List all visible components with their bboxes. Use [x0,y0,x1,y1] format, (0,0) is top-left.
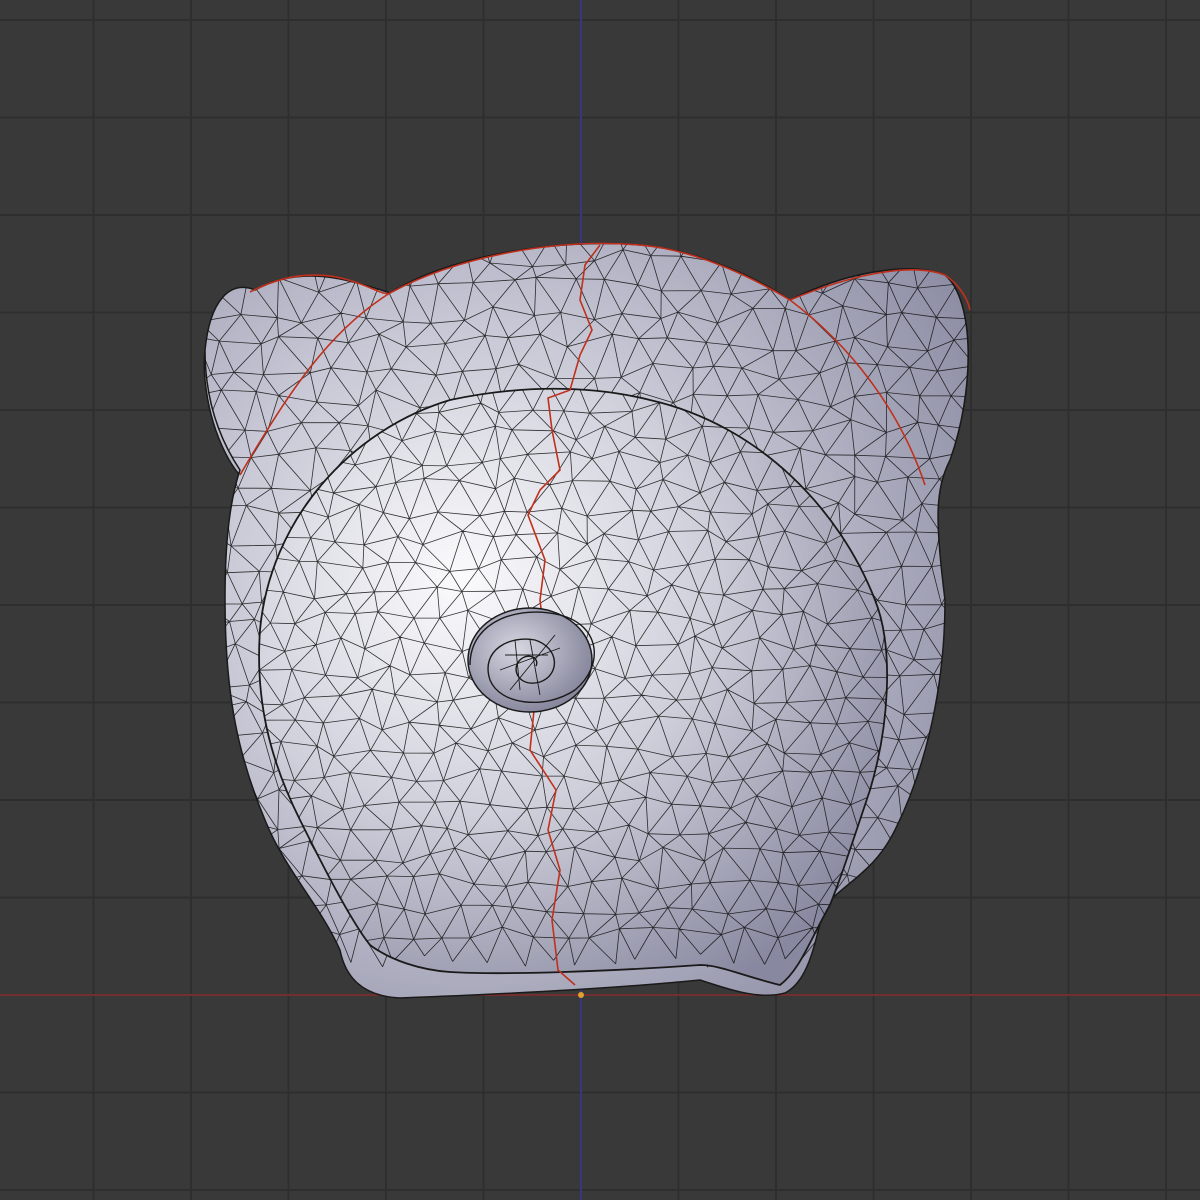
viewport-canvas[interactable] [0,0,1200,1200]
object-origin-point[interactable] [578,992,584,998]
3d-viewport[interactable] [0,0,1200,1200]
bear-head-mesh[interactable] [181,222,1046,999]
nose-swirl[interactable] [467,607,595,713]
